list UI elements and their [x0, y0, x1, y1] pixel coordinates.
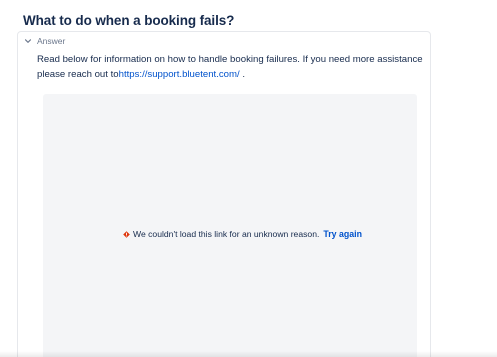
try-again-link[interactable]: Try again — [323, 229, 362, 239]
error-diamond-icon — [123, 230, 130, 238]
embedded-link-frame — [43, 94, 417, 357]
answer-end-text: . — [239, 69, 246, 80]
support-link[interactable]: https://support.bluetent.com/ — [119, 69, 240, 80]
answer-toggle[interactable]: Answer — [24, 36, 65, 46]
answer-toggle-label: Answer — [37, 36, 66, 46]
question-title: What to do when a booking fails? — [23, 13, 235, 28]
error-text: We couldn't load this link for an unknow… — [133, 229, 320, 239]
faq-page: What to do when a booking fails? Answer … — [0, 0, 497, 357]
embed-error-message: We couldn't load this link for an unknow… — [123, 229, 362, 239]
chevron-down-icon[interactable] — [24, 37, 32, 45]
bottom-edge-shadow — [0, 351, 497, 357]
answer-text: Read below for information on how to han… — [37, 52, 429, 82]
